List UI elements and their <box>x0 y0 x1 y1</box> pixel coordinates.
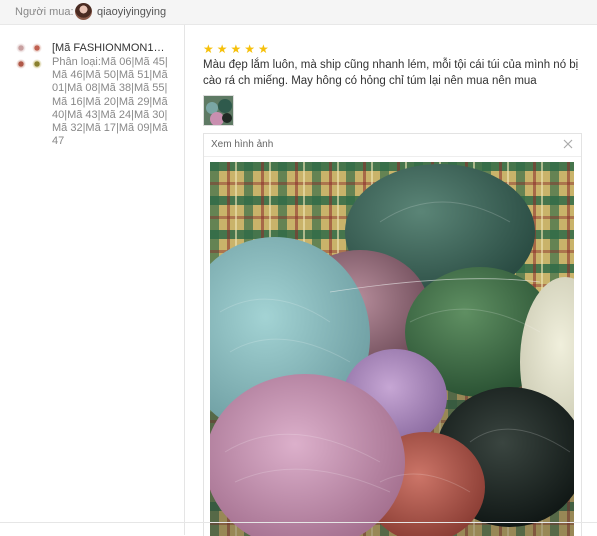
product-panel: [Mã FASHIONMON19… Phân loại:Mã 06|Mã 45|… <box>0 25 185 535</box>
close-icon[interactable] <box>561 137 575 151</box>
product-name[interactable]: [Mã FASHIONMON19… <box>52 42 170 54</box>
rating-stars: ★★★★★ <box>203 42 272 56</box>
product-thumbnail[interactable] <box>16 43 46 73</box>
yarn-photo <box>210 162 574 536</box>
product-variant: Phân loại:Mã 06|Mã 45|Mã 46|Mã 50|Mã 51|… <box>52 56 168 148</box>
image-viewer-title: Xem hình ảnh <box>211 139 274 150</box>
review-image-thumbnail[interactable] <box>203 95 234 126</box>
buyer-bar: Người mua: qiaoyiyingying <box>0 0 597 25</box>
image-viewer-header: Xem hình ảnh <box>204 134 581 157</box>
buyer-username[interactable]: qiaoyiyingying <box>97 6 166 18</box>
image-viewer: Xem hình ảnh <box>203 133 582 536</box>
user-avatar-icon[interactable] <box>75 3 92 20</box>
yarn-swatch-icon <box>16 43 26 53</box>
yarn-swatch-icon <box>32 59 42 69</box>
buyer-label: Người mua: <box>15 6 74 18</box>
divider <box>0 522 597 523</box>
review-text: Màu đẹp lắm luôn, mà ship cũng nhanh lém… <box>203 59 579 87</box>
yarn-swatch-icon <box>32 43 42 53</box>
yarn-swatch-icon <box>16 59 26 69</box>
